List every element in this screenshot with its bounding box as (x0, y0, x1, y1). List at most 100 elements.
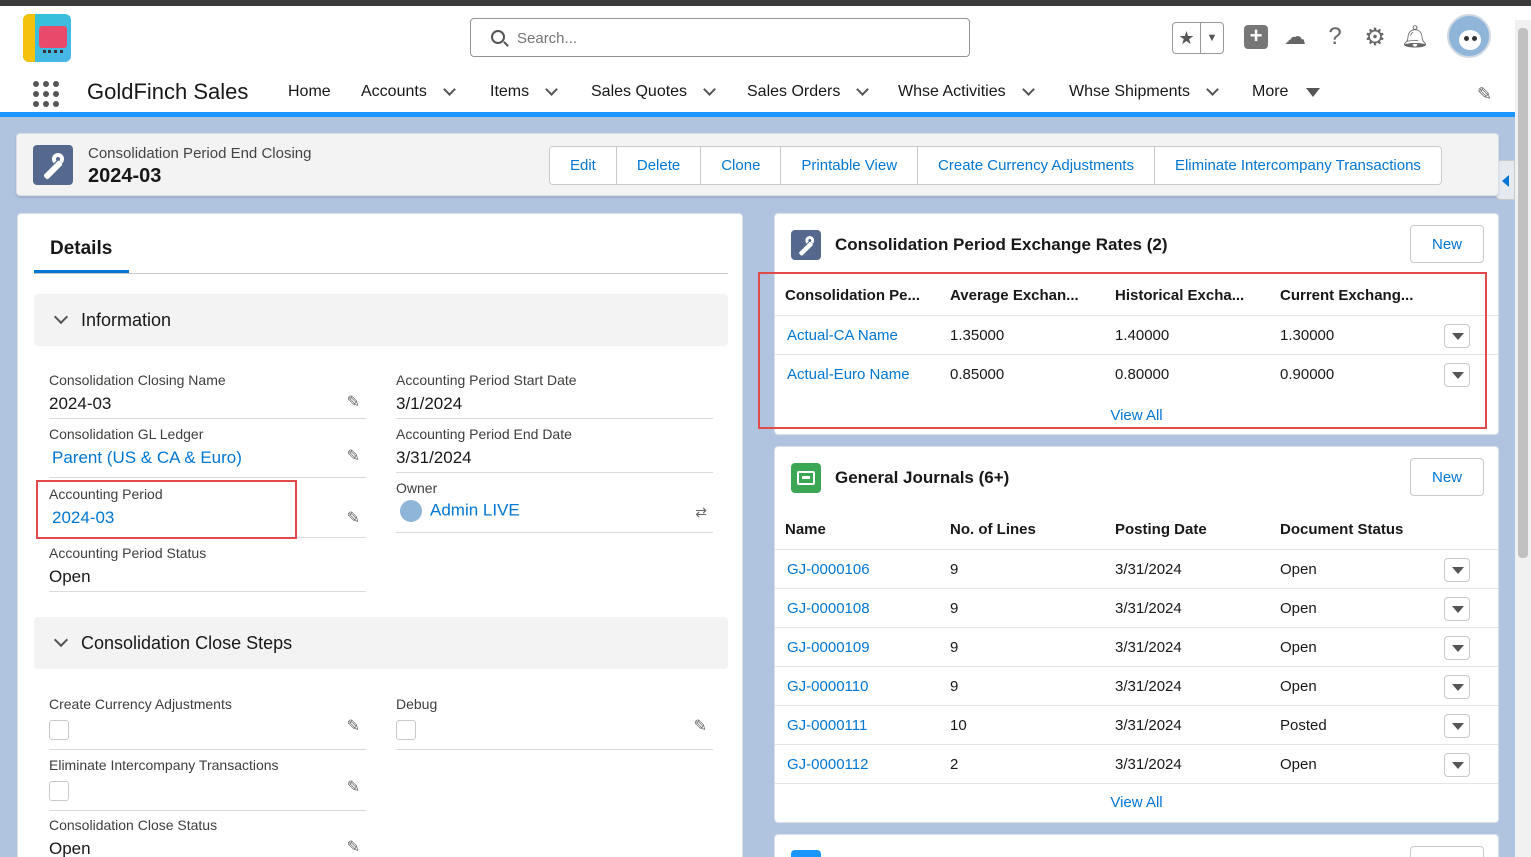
field-owner: Owner Admin LIVE ⇄ (396, 480, 713, 533)
field-accounting-period-status: Accounting Period Status Open (49, 545, 366, 592)
search-input[interactable] (517, 27, 947, 49)
field-consolidation-gl-ledger: Consolidation GL Ledger Parent (US & CA … (49, 426, 366, 478)
row-name-link[interactable]: GJ-0000108 (787, 600, 870, 617)
row-name-link[interactable]: GJ-0000111 (787, 717, 867, 734)
delete-button[interactable]: Delete (616, 147, 702, 184)
general-journals-title[interactable]: General Journals (6+) (835, 468, 1009, 488)
field-debug: Debug ✎ (396, 696, 713, 750)
edit-pencil-icon[interactable]: ✎ (347, 777, 360, 797)
row-actions-dropdown[interactable] (1444, 636, 1470, 660)
app-logo[interactable] (23, 14, 71, 62)
tab-details[interactable]: Details (50, 238, 112, 260)
row-name-link[interactable]: GJ-0000106 (787, 561, 870, 578)
nav-items[interactable]: Items (490, 83, 558, 101)
user-avatar[interactable] (1447, 14, 1491, 58)
new-exchange-rate-button[interactable]: New (1410, 225, 1484, 263)
row-actions-dropdown[interactable] (1444, 558, 1470, 582)
nav-more[interactable]: More (1252, 83, 1321, 101)
record-actions: Edit Delete Clone Printable View Create … (549, 146, 1442, 185)
search-icon (491, 30, 505, 44)
tab-divider (34, 273, 728, 274)
gl-ledger-link[interactable]: Parent (US & CA & Euro) (52, 448, 366, 468)
details-card: Details Information Consolidation Closin… (17, 213, 743, 857)
app-launcher-icon[interactable] (33, 81, 59, 107)
column-header[interactable]: No. of Lines (950, 521, 1036, 538)
favorites-dropdown-icon[interactable]: ▼ (1201, 23, 1223, 53)
page-scrollbar[interactable] (1515, 20, 1531, 857)
caret-down-icon[interactable] (1306, 87, 1321, 97)
highlight-box (36, 480, 297, 539)
row-name-link[interactable]: GJ-0000109 (787, 639, 870, 656)
column-header[interactable]: Document Status (1280, 521, 1403, 538)
row-actions-dropdown[interactable] (1444, 753, 1470, 777)
owner-avatar (400, 500, 422, 522)
create-currency-checkbox[interactable] (49, 720, 69, 740)
chevron-down-icon[interactable] (703, 83, 716, 96)
global-search[interactable] (470, 18, 970, 57)
eliminate-intercompany-button[interactable]: Eliminate Intercompany Transactions (1154, 147, 1441, 184)
section-consolidation-close-steps[interactable]: Consolidation Close Steps (34, 617, 728, 669)
section-information[interactable]: Information (34, 294, 728, 346)
chevron-down-icon[interactable] (1021, 83, 1035, 96)
table-row: GJ-0000110 9 3/31/2024 Open (775, 667, 1498, 706)
column-header[interactable]: Name (785, 521, 826, 538)
column-header[interactable]: Posting Date (1115, 521, 1207, 538)
row-actions-dropdown[interactable] (1444, 675, 1470, 699)
printable-view-button[interactable]: Printable View (781, 147, 919, 184)
debug-checkbox[interactable] (396, 720, 416, 740)
edit-nav-pencil-icon[interactable]: ✎ (1477, 84, 1492, 105)
nav-whse-shipments[interactable]: Whse Shipments (1069, 83, 1219, 101)
favorites-star-icon[interactable]: ★ (1173, 23, 1201, 53)
eliminate-intercompany-checkbox[interactable] (49, 781, 69, 801)
header-accent-band (0, 112, 1531, 117)
nav-whse-activities[interactable]: Whse Activities (898, 83, 1035, 101)
chevron-down-icon[interactable] (856, 83, 870, 96)
edit-pencil-icon[interactable]: ✎ (347, 837, 360, 857)
row-actions-dropdown[interactable] (1444, 714, 1470, 738)
favorites-button[interactable]: ★ ▼ (1172, 22, 1224, 54)
view-all-link[interactable]: View All (775, 794, 1498, 811)
edit-button[interactable]: Edit (550, 147, 617, 184)
chevron-down-icon[interactable] (53, 632, 69, 648)
add-icon[interactable]: + (1242, 23, 1270, 51)
clone-button[interactable]: Clone (701, 147, 782, 184)
setup-gear-icon[interactable]: ⚙ (1361, 23, 1389, 51)
trailhead-icon[interactable]: ☁ (1281, 23, 1309, 51)
app-nav-bar: GoldFinch Sales Home Accounts Items Sale… (0, 68, 1531, 116)
app-name: GoldFinch Sales (87, 79, 249, 104)
global-header: ★ ▼ + ☁ ? ⚙ 🔔︎ GoldFinch Sales Home Acco… (0, 6, 1531, 116)
owner-link[interactable]: Admin LIVE (430, 500, 520, 519)
record-type-label: Consolidation Period End Closing (88, 145, 312, 162)
journal-icon (791, 463, 821, 493)
general-journals-table: Name No. of Lines Posting Date Document … (775, 510, 1498, 784)
row-name-link[interactable]: GJ-0000110 (787, 678, 868, 695)
edit-pencil-icon[interactable]: ✎ (347, 446, 360, 466)
chevron-down-icon[interactable] (545, 83, 558, 96)
edit-pencil-icon[interactable]: ✎ (347, 716, 360, 736)
change-owner-icon[interactable]: ⇄ (695, 504, 707, 521)
section-title: Consolidation Close Steps (81, 632, 293, 653)
notifications-bell-icon[interactable]: 🔔︎ (1401, 23, 1429, 51)
record-title: 2024-03 (88, 165, 162, 187)
nav-sales-quotes[interactable]: Sales Quotes (591, 83, 716, 101)
nav-accounts[interactable]: Accounts (361, 83, 456, 101)
edit-pencil-icon[interactable]: ✎ (347, 392, 360, 412)
row-actions-dropdown[interactable] (1444, 597, 1470, 621)
related-list-button[interactable] (1410, 846, 1484, 857)
table-row: GJ-0000106 9 3/31/2024 Open (775, 550, 1498, 589)
row-name-link[interactable]: GJ-0000112 (787, 756, 868, 773)
edit-pencil-icon[interactable]: ✎ (694, 716, 707, 736)
field-accounting-period-start-date: Accounting Period Start Date 3/1/2024 (396, 372, 713, 419)
chevron-down-icon[interactable] (53, 309, 69, 325)
exchange-rates-title[interactable]: Consolidation Period Exchange Rates (2) (835, 235, 1168, 255)
nav-sales-orders[interactable]: Sales Orders (747, 83, 870, 101)
edit-pencil-icon[interactable]: ✎ (347, 508, 360, 528)
chevron-down-icon[interactable] (442, 83, 456, 96)
nav-home[interactable]: Home (288, 83, 331, 101)
create-currency-adjustments-button[interactable]: Create Currency Adjustments (918, 147, 1155, 184)
new-journal-button[interactable]: New (1410, 458, 1484, 496)
field-consolidation-closing-name: Consolidation Closing Name 2024-03 ✎ (49, 372, 366, 419)
chevron-down-icon[interactable] (1206, 83, 1219, 96)
table-row: GJ-0000108 9 3/31/2024 Open (775, 589, 1498, 628)
help-icon[interactable]: ? (1321, 23, 1349, 51)
